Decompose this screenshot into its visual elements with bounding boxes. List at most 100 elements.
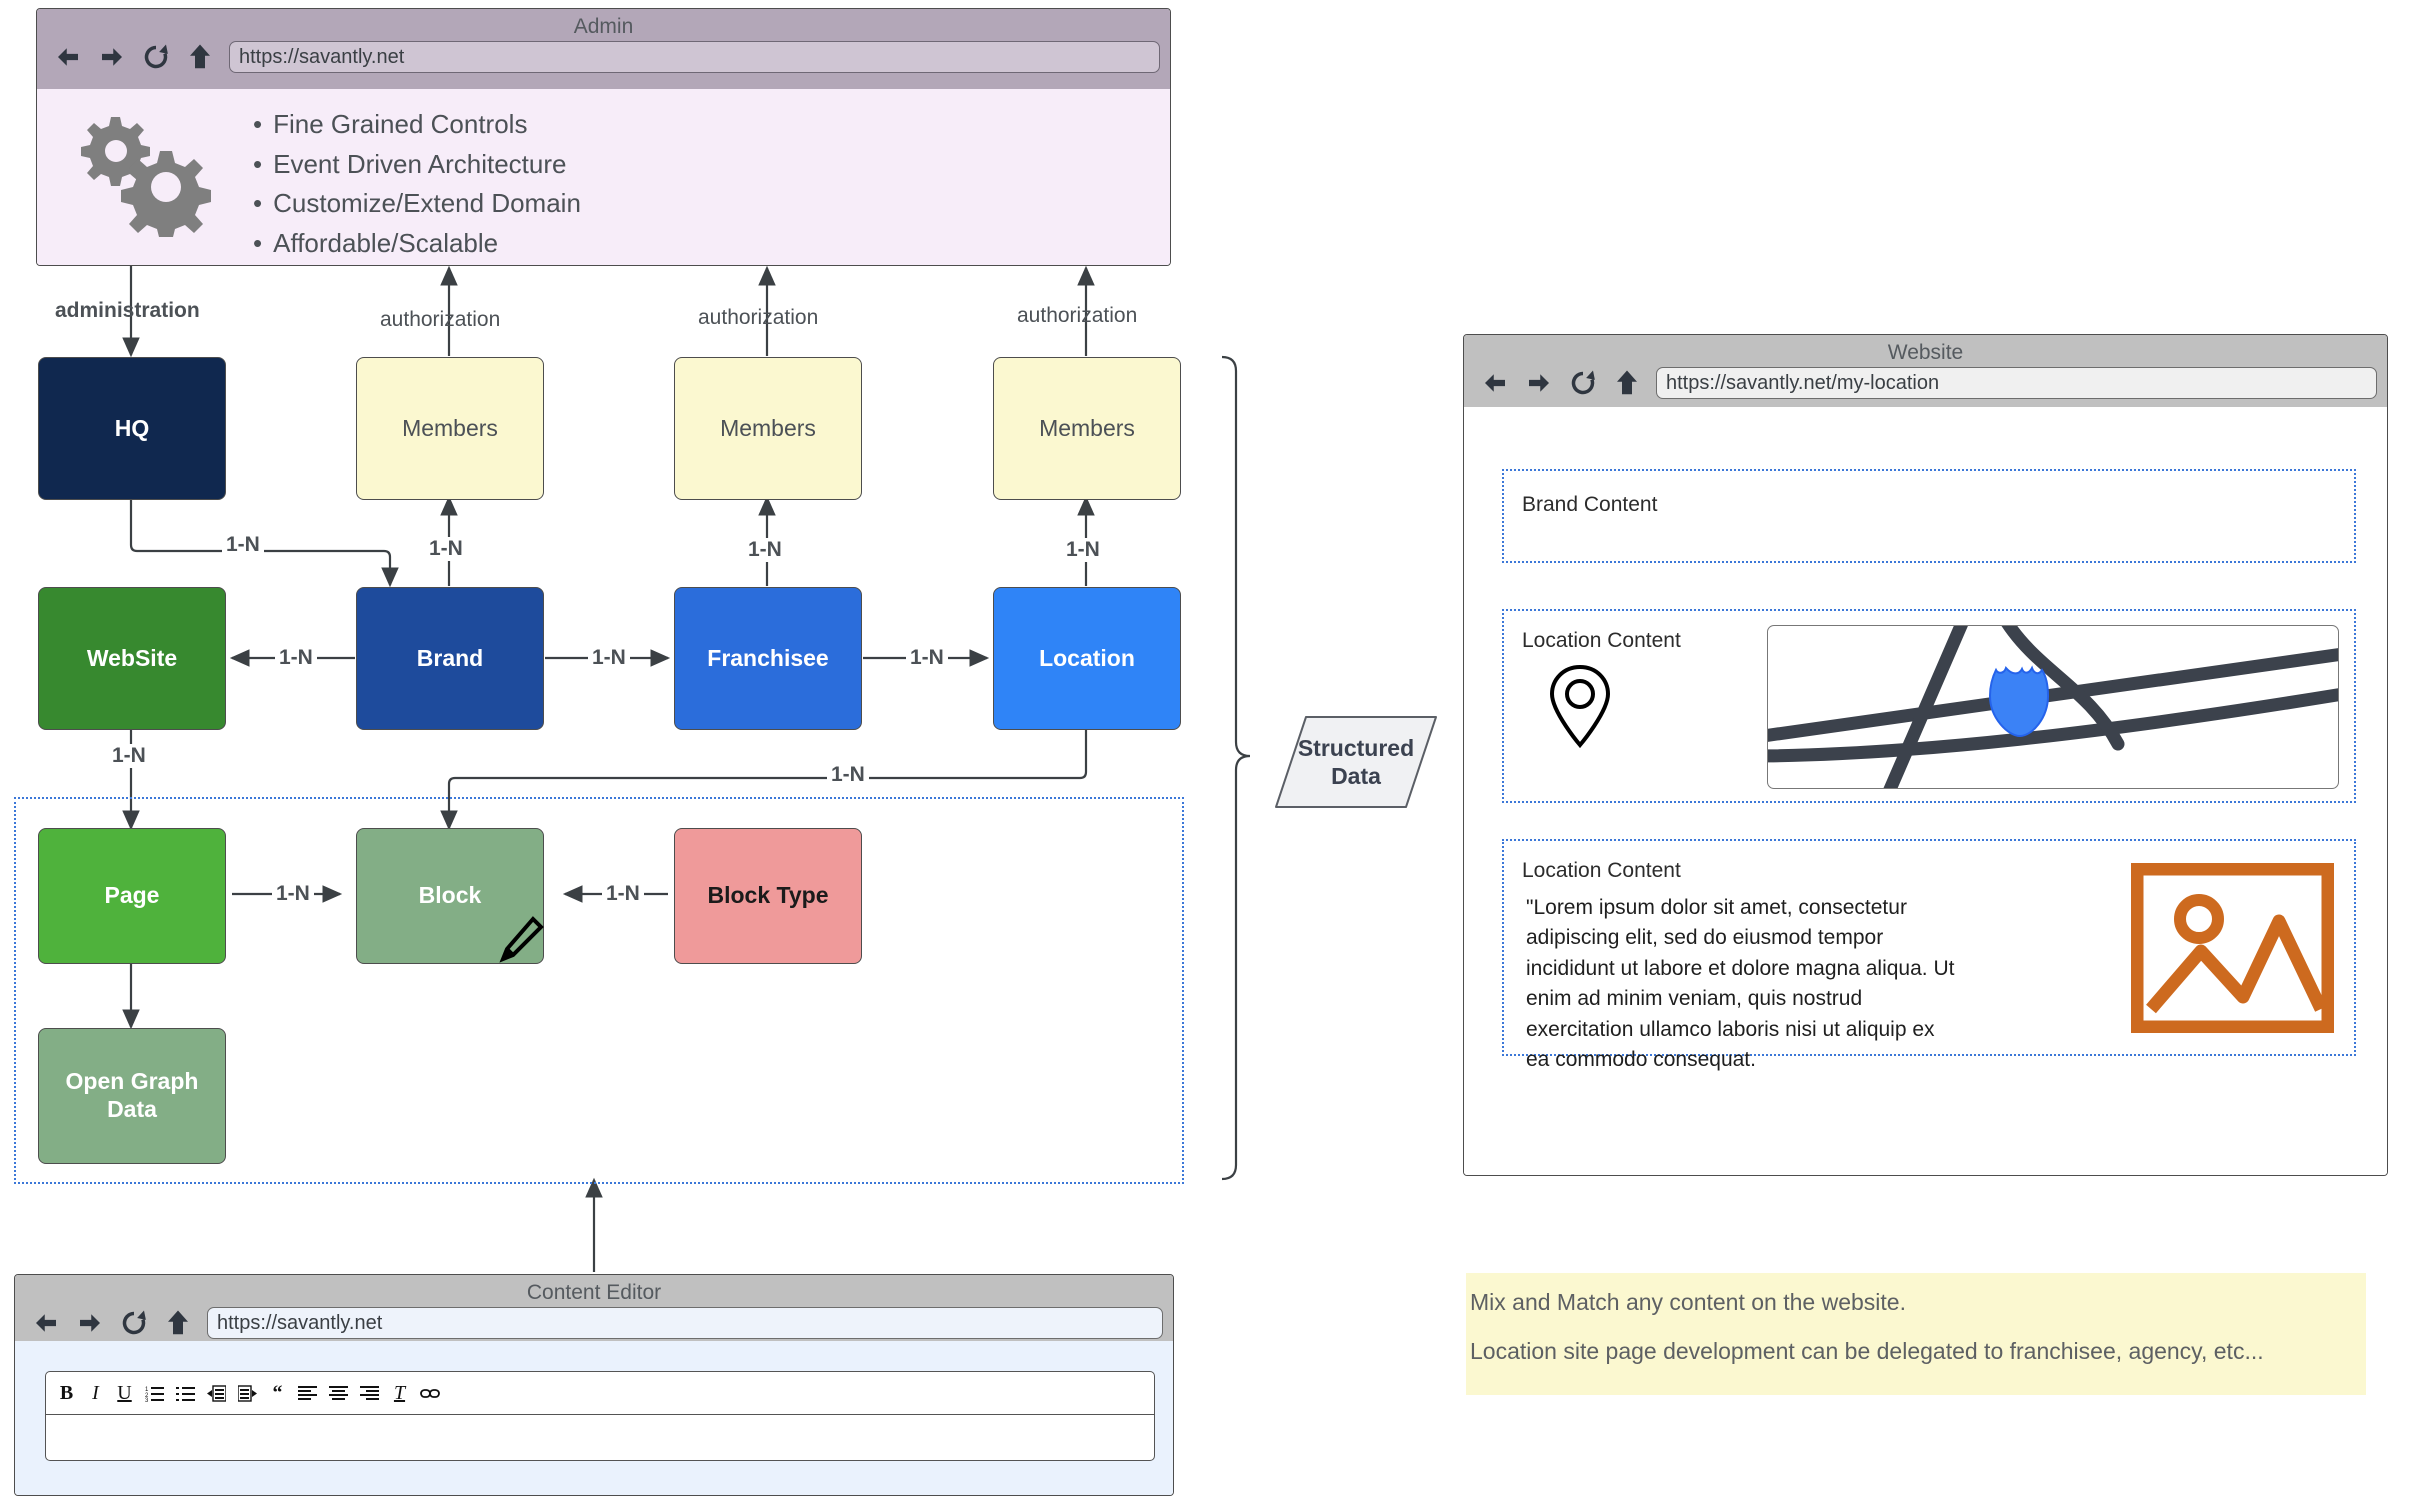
italic-icon[interactable]: I <box>87 1382 104 1405</box>
bold-icon[interactable]: B <box>58 1382 75 1405</box>
back-arrow-icon[interactable] <box>53 42 83 72</box>
node-location[interactable]: Location <box>993 587 1181 730</box>
node-label: Members <box>1039 414 1135 441</box>
edge-label-authorization: authorization <box>380 308 501 331</box>
editor-content: B I U 123 “ T <box>15 1341 1173 1495</box>
edge-label-1n: 1-N <box>744 538 786 562</box>
align-center-icon[interactable] <box>329 1385 348 1401</box>
node-members-3[interactable]: Members <box>993 357 1181 500</box>
node-members-2[interactable]: Members <box>674 357 862 500</box>
editor-text-area[interactable] <box>46 1415 1154 1459</box>
blockquote-icon[interactable]: “ <box>269 1382 286 1405</box>
reload-icon[interactable] <box>1568 368 1598 398</box>
section-label: Brand Content <box>1522 493 1658 516</box>
node-label: Block <box>418 882 482 909</box>
admin-feature-item: Customize/Extend Domain <box>253 188 581 220</box>
rich-text-editor[interactable]: B I U 123 “ T <box>45 1371 1155 1461</box>
ordered-list-icon[interactable]: 123 <box>145 1385 164 1402</box>
edge-label-administration: administration <box>55 299 200 322</box>
align-left-icon[interactable] <box>298 1385 317 1401</box>
admin-url-bar[interactable]: https://savantly.net <box>229 41 1160 73</box>
underline-icon[interactable]: U <box>116 1382 133 1405</box>
editor-url-bar[interactable]: https://savantly.net <box>207 1307 1163 1339</box>
node-open-graph-data[interactable]: Open Graph Data <box>38 1028 226 1164</box>
admin-feature-item: Affordable/Scalable <box>253 228 581 260</box>
node-label: Members <box>720 414 816 441</box>
node-label: Location <box>1039 644 1135 671</box>
editor-nav-row: https://savantly.net <box>15 1303 1173 1344</box>
unordered-list-icon[interactable] <box>176 1385 195 1402</box>
section-location-map[interactable]: Location Content <box>1502 609 2356 803</box>
node-label: Page <box>104 882 160 909</box>
map-thumbnail[interactable] <box>1767 625 2339 789</box>
content-editor-window: Content Editor https://savantly.net B I … <box>14 1274 1174 1496</box>
home-icon[interactable] <box>185 42 215 72</box>
clear-format-icon[interactable]: T <box>391 1382 408 1405</box>
link-icon[interactable] <box>420 1387 440 1400</box>
section-brand-content[interactable]: Brand Content <box>1502 469 2356 563</box>
node-members-1[interactable]: Members <box>356 357 544 500</box>
node-brand[interactable]: Brand <box>356 587 544 730</box>
node-label: WebSite <box>86 644 178 671</box>
home-icon[interactable] <box>163 1308 193 1338</box>
website-window-title: Website <box>1887 341 1964 364</box>
forward-arrow-icon[interactable] <box>97 42 127 72</box>
note-line-1: Mix and Match any content on the website… <box>1470 1289 1906 1315</box>
node-franchisee[interactable]: Franchisee <box>674 587 862 730</box>
structured-data-shape[interactable]: Structured Data <box>1272 713 1440 811</box>
svg-text:3: 3 <box>145 1398 149 1402</box>
node-label: Members <box>402 414 498 441</box>
website-chrome: Website https://savantly.net/my-location <box>1464 335 2387 408</box>
node-block[interactable]: Block <box>356 828 544 964</box>
pencil-icon <box>487 907 551 971</box>
node-label: Open Graph Data <box>65 1068 199 1122</box>
website-content: Brand Content Location Content Location … <box>1464 407 2387 1175</box>
map-pin-icon <box>1546 663 1614 749</box>
note-line-2: Location site page development can be de… <box>1470 1338 2264 1364</box>
image-placeholder-icon <box>2130 862 2335 1034</box>
website-nav-row: https://savantly.net/my-location <box>1464 363 2387 407</box>
gears-icon <box>67 107 227 241</box>
home-icon[interactable] <box>1612 368 1642 398</box>
admin-feature-list: Fine Grained Controls Event Driven Archi… <box>253 109 581 268</box>
outdent-icon[interactable] <box>207 1384 226 1402</box>
section-location-text[interactable]: Location Content "Lorem ipsum dolor sit … <box>1502 839 2356 1071</box>
admin-feature-item: Event Driven Architecture <box>253 149 581 181</box>
edge-label-1n: 1-N <box>222 533 264 557</box>
edge-label-authorization: authorization <box>1017 304 1138 327</box>
structured-data-label-2: Data <box>1331 763 1381 789</box>
website-browser-window: Website https://savantly.net/my-location… <box>1463 334 2388 1176</box>
node-label: HQ <box>114 414 150 441</box>
node-label: Block Type <box>707 882 829 909</box>
editor-toolbar: B I U 123 “ T <box>46 1372 1154 1415</box>
editor-window-title: Content Editor <box>526 1281 662 1304</box>
admin-chrome: Admin https://savantly.net <box>37 9 1170 90</box>
reload-icon[interactable] <box>119 1308 149 1338</box>
edge-label-authorization: authorization <box>698 306 819 329</box>
node-hq[interactable]: HQ <box>38 357 226 500</box>
admin-nav-row: https://savantly.net <box>37 37 1170 81</box>
editor-chrome: Content Editor https://savantly.net <box>15 1275 1173 1342</box>
admin-content: Fine Grained Controls Event Driven Archi… <box>37 89 1170 265</box>
node-block-type[interactable]: Block Type <box>674 828 862 964</box>
admin-window-title: Admin <box>573 15 634 38</box>
callout-note: Mix and Match any content on the website… <box>1466 1273 2366 1395</box>
reload-icon[interactable] <box>141 42 171 72</box>
node-website[interactable]: WebSite <box>38 587 226 730</box>
admin-feature-item: Fine Grained Controls <box>253 109 581 141</box>
back-arrow-icon[interactable] <box>31 1308 61 1338</box>
node-label: Franchisee <box>707 644 829 671</box>
lorem-body-text: "Lorem ipsum dolor sit amet, consectetur… <box>1526 896 1955 1072</box>
structured-data-label-1: Structured <box>1297 734 1415 761</box>
edge-label-1n: 1-N <box>425 537 467 561</box>
section-label: Location Content <box>1522 859 1681 882</box>
edge-label-1n: 1-N <box>108 744 150 768</box>
forward-arrow-icon[interactable] <box>75 1308 105 1338</box>
forward-arrow-icon[interactable] <box>1524 368 1554 398</box>
indent-icon[interactable] <box>238 1384 257 1402</box>
website-url-bar[interactable]: https://savantly.net/my-location <box>1656 367 2377 399</box>
node-label: Brand <box>416 644 484 671</box>
node-page[interactable]: Page <box>38 828 226 964</box>
align-right-icon[interactable] <box>360 1385 379 1401</box>
back-arrow-icon[interactable] <box>1480 368 1510 398</box>
